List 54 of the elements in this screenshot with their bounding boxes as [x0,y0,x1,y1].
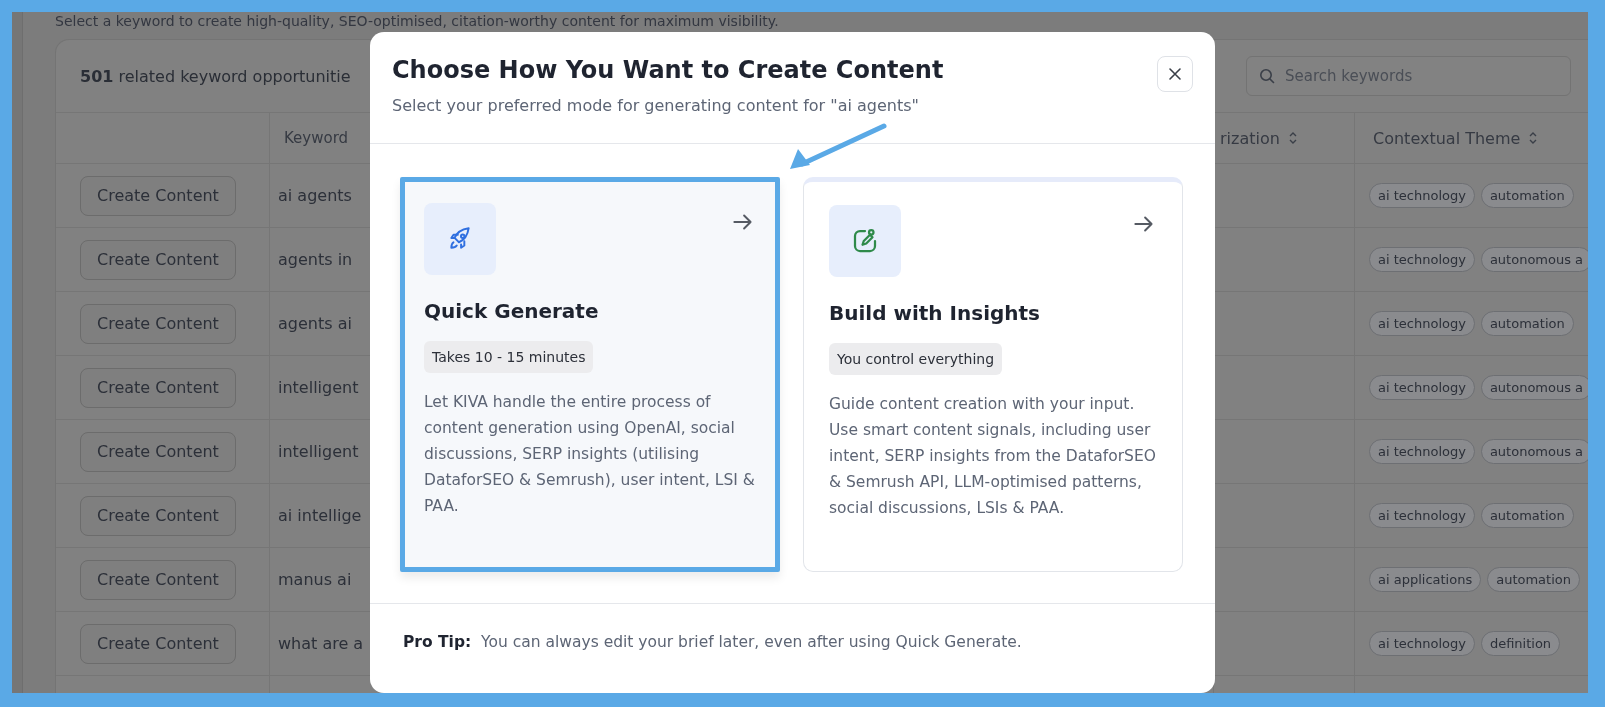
theme-tag: ai technology [1369,311,1475,336]
create-content-button[interactable]: Create Content [80,175,236,216]
create-content-button[interactable]: Create Content [80,623,236,664]
theme-tag: automation [1480,183,1574,208]
theme-tag: definition [1480,631,1561,656]
sort-icon[interactable] [1287,131,1298,145]
mode-option-card[interactable] [803,177,1183,572]
create-content-button[interactable]: Create Content [80,367,236,408]
theme-tag: automation [1480,311,1574,336]
option-title: Build with Insights [829,301,1041,325]
create-content-button[interactable]: Create Content [80,431,236,472]
option-title: Quick Generate [424,299,599,323]
duration-badge: Takes 10 - 15 minutes [424,341,594,373]
dialog-title: Choose How You Want to Create Content [392,56,944,84]
sort-icon[interactable] [1528,131,1539,145]
theme-tag: ai technology [1369,183,1475,208]
theme-tag: ai applications [1369,567,1482,592]
rocket-icon [447,226,473,252]
option-description: Let KIVA handle the entire process of content generation using OpenAI, social discussions, SERP insights (utilising DataforSEO & Semrush), user intent, LSI & PAA. [424,392,756,517]
keyword-cell: manus ai [278,570,352,589]
theme-tag: autonomous a [1480,439,1588,464]
column-header[interactable]: rization [1220,128,1280,148]
theme-tag: ai technology [1369,631,1475,656]
theme-tag: ai technology [1369,439,1475,464]
close-button[interactable] [1157,56,1193,92]
close-icon [1168,67,1182,81]
keyword-cell: intelligent [278,442,359,461]
theme-tag: ai technology [1369,247,1475,272]
column-header[interactable]: Keyword [284,129,349,147]
theme-tag: autonomous a [1480,375,1588,400]
theme-tag: automation [1487,567,1580,592]
theme-tag: ai technology [1369,375,1475,400]
keyword-cell: agents in [278,250,353,269]
keyword-cell: agents ai [278,314,352,333]
pro-tip: Pro Tip: You can always edit your brief later, even after using Quick Generate. [403,632,1022,651]
theme-tag: ai technology [1369,503,1475,528]
theme-tag: autonomous a [1480,247,1588,272]
keyword-cell: ai intellige [278,506,362,525]
duration-badge: You control everything [829,343,1003,375]
mode-option-card[interactable]: Quick Generate Takes 10 - 15 minutes Let KIVA handle the entire process of content generation using OpenAI, social discussions, SERP insights (utilising DataforSEO & Semrush), user intent, LSI & PAA. [400,177,780,572]
option-description: Guide content creation with your input. Use smart content signals, including user intent, SERP insights from the DataforSEO & Semrush API, LLM-optimised patterns, social discussions, LSIs & PAA. [829,394,1157,519]
create-content-button[interactable]: Create Content [80,239,236,280]
keyword-cell: intelligent [278,378,359,397]
dialog-subtitle: Select your preferred mode for generating content for "ai agents" [392,96,920,115]
create-content-button[interactable]: Create Content [80,495,236,536]
create-content-button[interactable]: Create Content [80,559,236,600]
theme-tag: automation [1480,503,1574,528]
keyword-cell: ai agents [278,186,352,205]
keyword-cell: what are a [278,634,364,653]
page-description: Select a keyword to create high-quality, SEO-optimised, citation-worthy content for maximum visibility. [55,13,779,29]
results-count: 501 related keyword opportunitie [80,66,351,86]
column-header[interactable]: Contextual Theme [1373,128,1521,148]
search-field[interactable]: Search keywords [1246,56,1571,96]
create-content-button[interactable]: Create Content [80,303,236,344]
